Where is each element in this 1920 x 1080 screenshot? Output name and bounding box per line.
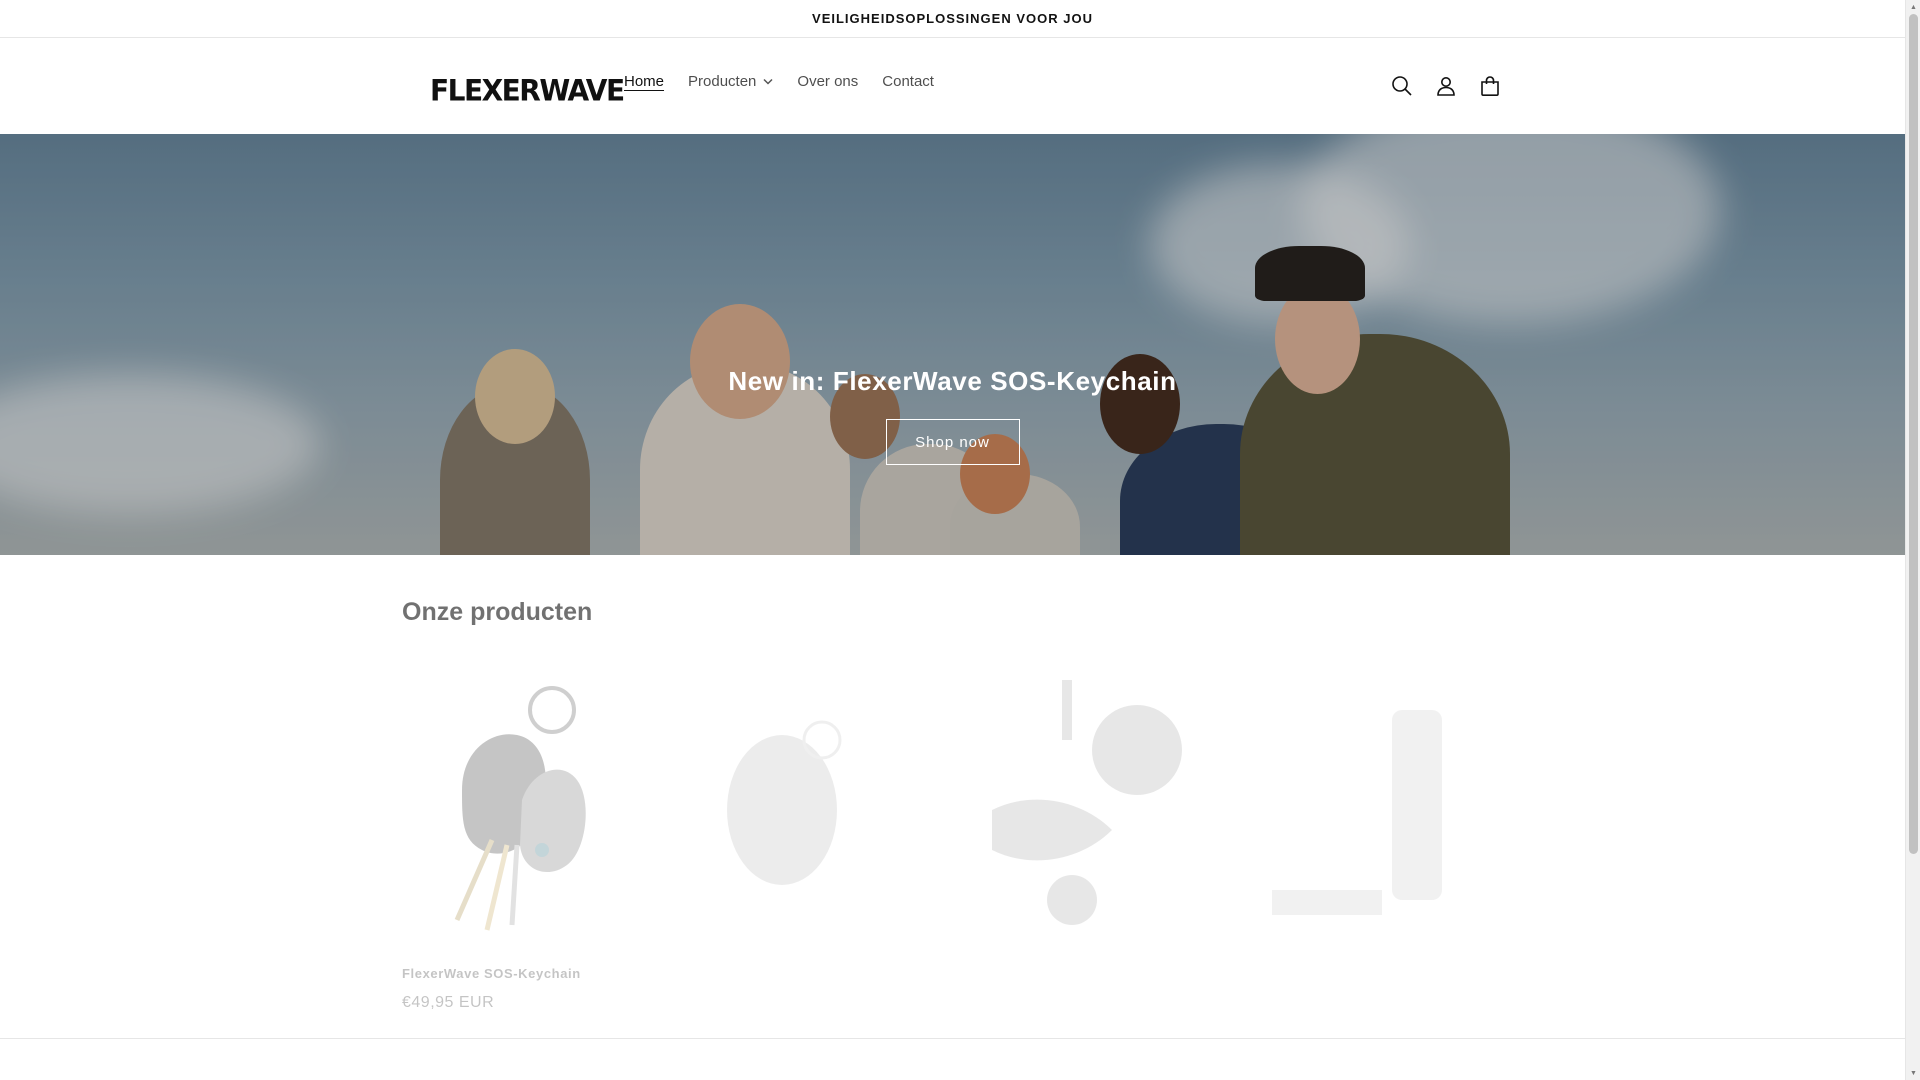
announcement-bar: VEILIGHEIDSOPLOSSINGEN VOOR JOU xyxy=(0,0,1905,38)
product-image[interactable] xyxy=(1242,660,1502,950)
header-icons xyxy=(1380,64,1512,108)
nav-item-contact[interactable]: Contact xyxy=(870,73,946,90)
product-card[interactable]: FlexerWave SOS-Keychain €49,95 EUR xyxy=(402,660,662,1011)
product-price: €49,95 EUR xyxy=(402,994,495,1011)
chevron-down-icon xyxy=(763,78,773,85)
hero-banner: New in: FlexerWave SOS-Keychain Shop now xyxy=(0,134,1905,555)
products-section-title: Onze producten xyxy=(402,598,593,626)
hero-title: New in: FlexerWave SOS-Keychain xyxy=(728,366,1177,396)
shop-now-button[interactable]: Shop now xyxy=(885,419,1020,465)
scroll-down-arrow-icon[interactable]: ▼ xyxy=(1909,1068,1918,1078)
page-scrollbar[interactable]: ▲ ▼ xyxy=(1905,0,1920,1080)
hero-overlay xyxy=(0,134,1905,555)
cart-icon[interactable] xyxy=(1468,64,1512,108)
logo[interactable]: FLEXERWAVE xyxy=(430,73,625,108)
nav-item-producten[interactable]: Producten xyxy=(676,73,785,90)
product-image[interactable] xyxy=(402,660,662,950)
main-nav: Home Producten Over ons Contact xyxy=(612,73,946,90)
scroll-up-arrow-icon[interactable]: ▲ xyxy=(1909,2,1918,12)
nav-item-over-ons[interactable]: Over ons xyxy=(785,73,870,90)
site-header: FLEXERWAVE Home Producten Over ons Conta… xyxy=(0,38,1905,134)
product-image[interactable] xyxy=(682,660,942,950)
account-icon[interactable] xyxy=(1424,64,1468,108)
nav-item-producten-label: Producten xyxy=(688,73,757,90)
hero-content: New in: FlexerWave SOS-Keychain Shop now xyxy=(0,366,1905,465)
scrollbar-thumb[interactable] xyxy=(1909,14,1918,854)
product-card[interactable] xyxy=(962,660,1222,950)
product-title[interactable]: FlexerWave SOS-Keychain xyxy=(402,966,581,981)
nav-item-home[interactable]: Home xyxy=(612,73,676,90)
section-divider xyxy=(0,1038,1905,1039)
product-card[interactable] xyxy=(682,660,942,950)
product-image[interactable] xyxy=(962,660,1222,950)
search-icon[interactable] xyxy=(1380,64,1424,108)
product-grid: FlexerWave SOS-Keychain €49,95 EUR xyxy=(402,660,1502,1020)
product-card[interactable] xyxy=(1242,660,1502,950)
announcement-text: VEILIGHEIDSOPLOSSINGEN VOOR JOU xyxy=(812,11,1093,26)
page: VEILIGHEIDSOPLOSSINGEN VOOR JOU FLEXERWA… xyxy=(0,0,1905,1080)
